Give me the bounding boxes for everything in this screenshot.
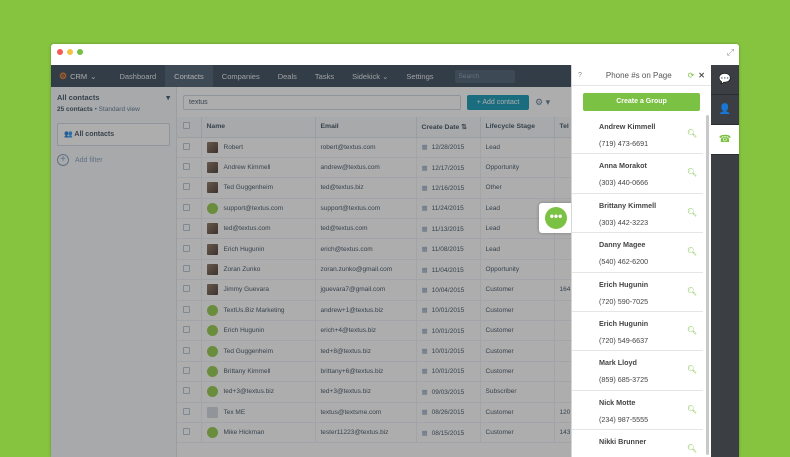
phone-number: (303) 442-3223 [599,217,649,227]
phone-numbers-panel: ? Phone #s on Page ⟳ ✕ Create a Group An… [571,65,711,457]
search-icon[interactable]: 🔍︎ [687,444,697,453]
phone-contact-item[interactable]: Erich Hugunin (720) 549-6637 🔍︎ [572,312,703,352]
user-icon: 👤 [718,104,732,115]
phone-contact-item[interactable]: Andrew Kimmell (719) 473-6691 🔍︎ [572,115,703,155]
chat-bubble-icon: ••• [545,207,567,229]
app-window: ⤢ ⚙ CRM ⌄ Dashboard Contacts Companies D… [51,44,739,457]
window-content: ⚙ CRM ⌄ Dashboard Contacts Companies Dea… [51,65,739,457]
phone-contact-item[interactable]: Anna Morakot (303) 440-0666 🔍︎ [572,154,703,194]
panel-title: Phone #s on Page [605,70,672,80]
search-icon[interactable]: 🔍︎ [687,168,697,177]
dock-phone[interactable]: ☎ [711,125,739,155]
search-icon[interactable]: 🔍︎ [687,405,697,414]
dim-overlay [51,65,571,457]
search-icon[interactable]: 🔍︎ [687,247,697,256]
search-icon[interactable]: 🔍︎ [687,326,697,335]
search-icon[interactable]: 🔍︎ [687,129,697,138]
search-icon[interactable]: 🔍︎ [687,365,697,374]
right-dock: 💬 👤 ☎ [711,65,739,457]
phone-number: (719) 473-6691 [599,139,649,148]
panel-header: ? Phone #s on Page ⟳ ✕ [572,65,711,86]
minimize-window-button[interactable] [67,49,73,55]
textus-launcher[interactable]: ••• [539,203,573,233]
dock-contacts[interactable]: 👤 [711,95,739,125]
phone-contact-item[interactable]: Nikki Brunner 🔍︎ [572,430,703,457]
phone-contact-item[interactable]: Mark Lloyd (859) 685-3725 🔍︎ [572,351,703,391]
phone-contact-item[interactable]: Danny Magee (540) 462-6200 🔍︎ [572,233,703,273]
phone-contact-list: Andrew Kimmell (719) 473-6691 🔍︎ Anna Morak… [572,115,703,457]
chat-icon: 💬 [718,74,732,85]
help-icon[interactable]: ? [578,72,590,79]
phone-number: (303) 440-0666 [599,178,649,188]
phone-number: (859) 685-3725 [599,375,649,385]
create-group-button[interactable]: Create a Group [583,93,700,111]
phone-contact-item[interactable]: Brittany Kimmell (303) 442-3223 🔍︎ [572,194,703,234]
search-icon[interactable]: 🔍︎ [687,287,697,296]
refresh-icon[interactable]: ⟳ [688,71,695,80]
phone-number: (540) 462-6200 [599,257,649,267]
zoom-window-button[interactable] [77,49,83,55]
expand-icon[interactable]: ⤢ [727,47,734,58]
phone-icon: ☎ [718,134,732,145]
phone-contact-item[interactable]: Erich Hugunin (720) 590-7025 🔍︎ [572,273,703,312]
title-bar: ⤢ [51,44,739,65]
close-window-button[interactable] [57,49,63,55]
crm-app: ⚙ CRM ⌄ Dashboard Contacts Companies Dea… [51,65,571,457]
phone-number: (720) 549-6637 [599,335,649,345]
phone-contact-item[interactable]: Nick Motte (234) 987-5555 🔍︎ [572,391,703,431]
phone-number: (234) 987-5555 [599,414,649,424]
search-icon[interactable]: 🔍︎ [687,208,697,217]
phone-number: (720) 590-7025 [599,296,649,306]
panel-scrollbar[interactable] [706,115,709,455]
close-icon[interactable]: ✕ [698,71,705,80]
dock-chat[interactable]: 💬 [711,65,739,95]
